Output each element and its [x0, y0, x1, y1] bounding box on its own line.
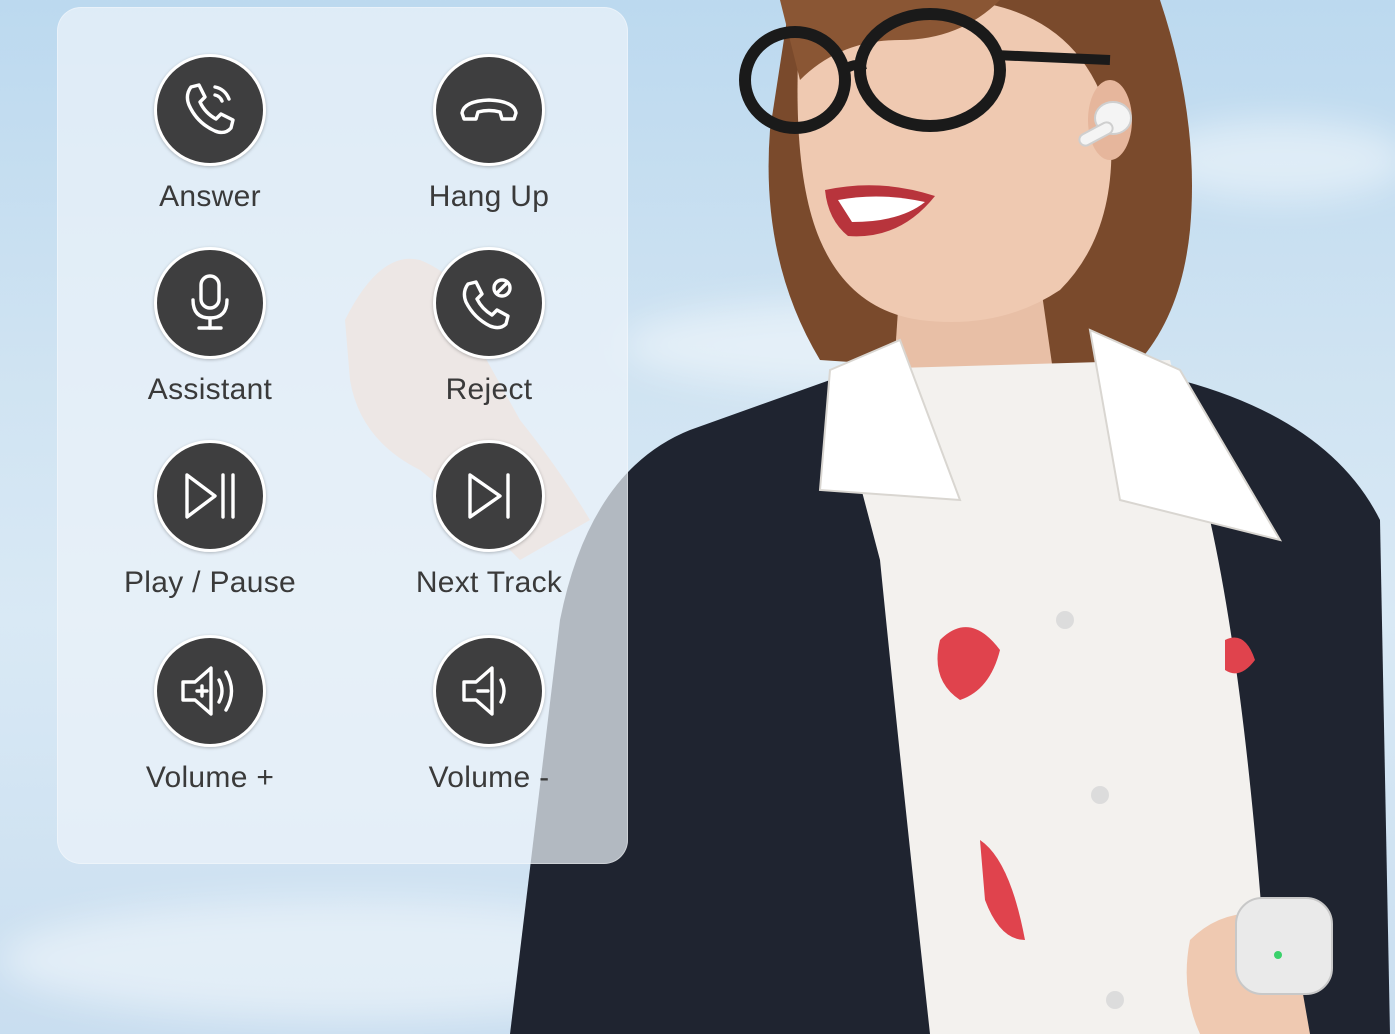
volume-up-icon: [181, 666, 234, 716]
answer-label: Answer: [159, 180, 261, 213]
hang-up-label: Hang Up: [428, 180, 550, 213]
phone-answer-icon: [185, 83, 235, 135]
next-track-label: Next Track: [415, 566, 563, 599]
control-answer: Answer: [90, 54, 330, 224]
volume-down-icon-circle: [433, 635, 545, 747]
volume-up-label: Volume +: [145, 761, 275, 794]
play-pause-icon: [185, 473, 235, 519]
play-pause-icon-circle: [154, 440, 266, 552]
hang-up-icon-circle: [433, 54, 545, 166]
microphone-icon: [191, 274, 229, 330]
control-assistant: Assistant: [90, 247, 330, 417]
case-led: [1274, 951, 1282, 959]
control-hang-up: Hang Up: [369, 54, 609, 224]
answer-icon-circle: [154, 54, 266, 166]
volume-up-icon-circle: [154, 635, 266, 747]
phone-hangup-icon: [460, 98, 518, 121]
shirt-button: [1091, 786, 1109, 804]
glasses-bridge: [840, 60, 867, 75]
control-volume-up: Volume +: [90, 635, 330, 805]
control-volume-down: Volume -: [369, 635, 609, 805]
shirt-button: [1106, 991, 1124, 1009]
control-play-pause: Play / Pause: [90, 440, 330, 610]
next-track-icon: [468, 473, 510, 519]
glasses-arm: [994, 50, 1111, 65]
control-reject: Reject: [369, 247, 609, 417]
assistant-icon-circle: [154, 247, 266, 359]
reject-label: Reject: [445, 373, 533, 406]
phone-reject-icon: [462, 278, 512, 330]
control-next-track: Next Track: [369, 440, 609, 610]
shirt-button: [1056, 611, 1074, 629]
play-pause-label: Play / Pause: [123, 566, 297, 599]
earbud-case: [1235, 897, 1333, 995]
volume-down-label: Volume -: [428, 761, 550, 794]
volume-down-icon: [462, 666, 506, 716]
assistant-label: Assistant: [147, 373, 273, 406]
touch-controls-panel: Answer Hang Up Assistant Reject Play / P…: [57, 7, 628, 864]
reject-icon-circle: [433, 247, 545, 359]
next-track-icon-circle: [433, 440, 545, 552]
